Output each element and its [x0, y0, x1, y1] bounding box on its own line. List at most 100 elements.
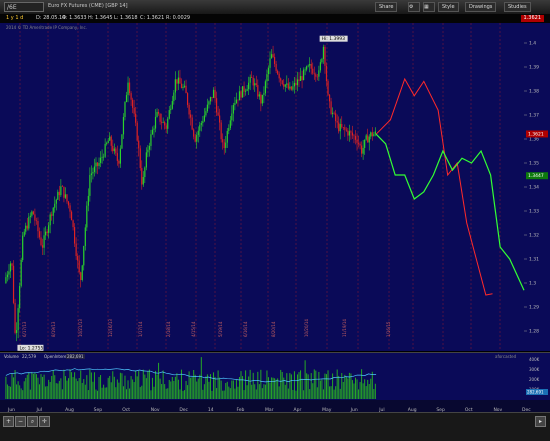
- volume-bar: [306, 373, 308, 399]
- candle-body: [147, 149, 149, 153]
- volume-bar: [351, 380, 353, 399]
- candle-body: [179, 77, 181, 84]
- candle-body: [263, 93, 265, 95]
- zoom-in-icon[interactable]: +: [3, 416, 14, 427]
- candle-body: [292, 86, 294, 90]
- volume-bar: [5, 376, 7, 399]
- date-annotation: 6/16/14: [243, 321, 248, 337]
- volume-panel[interactable]: 400K300K200K100K282,691 Volume 22,579 Op…: [0, 352, 550, 401]
- volume-bar: [219, 377, 221, 399]
- open-interest-current-label: 282,691: [527, 390, 544, 395]
- symbol-selector[interactable]: /6E: [4, 2, 44, 12]
- studies-button[interactable]: Studies: [504, 2, 531, 12]
- candle-body: [269, 58, 271, 68]
- candle-body: [205, 111, 207, 116]
- price-chart[interactable]: 6/17/13 8/19/13 10/21/13 12/16/13 1/17/14 2/1…: [0, 23, 550, 351]
- candle-body: [81, 265, 83, 281]
- candle-body: [45, 231, 47, 236]
- crosshair-icon[interactable]: ✛: [39, 416, 50, 427]
- volume-bar: [64, 376, 66, 399]
- candle-body: [43, 235, 45, 248]
- volume-bar: [295, 390, 297, 399]
- candle-body: [136, 122, 138, 141]
- candle-body: [95, 162, 97, 167]
- volume-bar: [133, 382, 135, 399]
- candle-body: [55, 199, 57, 204]
- copyright-text: 2014 © TD Ameritrade IP Company, Inc.: [6, 25, 87, 30]
- grid-icon[interactable]: ▦: [423, 2, 435, 12]
- volume-bar: [167, 388, 169, 399]
- candle-body: [9, 263, 12, 272]
- timeframe-label[interactable]: 1 y 1 d: [6, 15, 23, 21]
- candle-body: [67, 201, 70, 206]
- volume-bar: [89, 369, 91, 399]
- volume-bar: [75, 378, 77, 399]
- date-annotation: 12/16/13: [108, 319, 113, 337]
- candle-body: [258, 94, 260, 97]
- settings-icon[interactable]: ⚙: [408, 2, 420, 12]
- volume-bar: [211, 390, 213, 399]
- candle-body: [182, 86, 184, 89]
- style-button-label: Style: [442, 4, 455, 10]
- volume-bar: [208, 381, 210, 399]
- candle-body: [307, 65, 309, 67]
- price-tick-label: 1.29: [529, 305, 539, 311]
- price-tick-label: 1.28: [529, 329, 539, 335]
- share-button[interactable]: Share: [375, 2, 398, 12]
- drawings-button[interactable]: Drawings: [465, 2, 497, 12]
- volume-bar: [252, 372, 254, 399]
- volume-bar: [162, 370, 164, 399]
- candle-body: [115, 148, 117, 154]
- candle-body: [103, 156, 105, 158]
- open-interest-value: 282,691: [66, 354, 85, 359]
- share-button-label: Share: [379, 4, 394, 10]
- volume-bar: [190, 377, 192, 399]
- candle-body: [261, 94, 263, 104]
- candle-body: [31, 211, 33, 216]
- date-annotation: 8/20/14: [271, 321, 276, 337]
- volume-bar: [271, 377, 273, 399]
- candle-body: [101, 156, 103, 158]
- volume-bar: [324, 373, 326, 399]
- volume-bar: [80, 370, 82, 399]
- volume-bar: [87, 390, 89, 399]
- volume-bar: [205, 376, 207, 399]
- candle-body: [80, 272, 82, 281]
- volume-bar: [101, 387, 103, 399]
- candle-body: [142, 177, 144, 185]
- candle-body: [222, 139, 224, 143]
- volume-bar: [113, 376, 115, 399]
- volume-bar: [38, 384, 40, 399]
- candle-body: [15, 330, 18, 333]
- candle-body: [270, 54, 273, 59]
- volume-bar: [213, 372, 215, 399]
- volume-bar: [260, 369, 262, 399]
- volume-bar: [161, 384, 163, 399]
- volume-bar: [371, 371, 373, 399]
- zoom-out-icon[interactable]: −: [15, 416, 26, 427]
- candle-body: [66, 194, 68, 202]
- magnifier-icon[interactable]: ⌕: [27, 416, 38, 427]
- open-value: O: 1.3633: [62, 15, 87, 21]
- volume-bar: [321, 379, 323, 399]
- candle-body: [231, 113, 233, 121]
- candle-body: [209, 97, 212, 102]
- scroll-right-icon[interactable]: ▸: [535, 416, 546, 427]
- candle-body: [40, 237, 42, 246]
- volume-bar: [322, 389, 324, 399]
- volume-bar: [264, 384, 266, 399]
- candle-body: [38, 231, 41, 238]
- style-button[interactable]: Style: [438, 2, 459, 12]
- candle-body: [344, 127, 346, 130]
- candle-body: [280, 78, 282, 81]
- date-annotation: 5/19/14: [218, 321, 223, 337]
- volume-bar: [257, 371, 259, 399]
- candle-body: [186, 93, 189, 105]
- candle-body: [106, 143, 108, 144]
- candle-body: [196, 135, 198, 142]
- time-axis[interactable]: Jun Jul Aug Sep Oct Nov Dec 14 Feb Mar Apr May Jun Ju…: [0, 400, 550, 413]
- volume-bar: [17, 381, 19, 399]
- volume-bar: [275, 379, 277, 399]
- candle-body: [112, 145, 114, 152]
- volume-bar: [222, 390, 224, 399]
